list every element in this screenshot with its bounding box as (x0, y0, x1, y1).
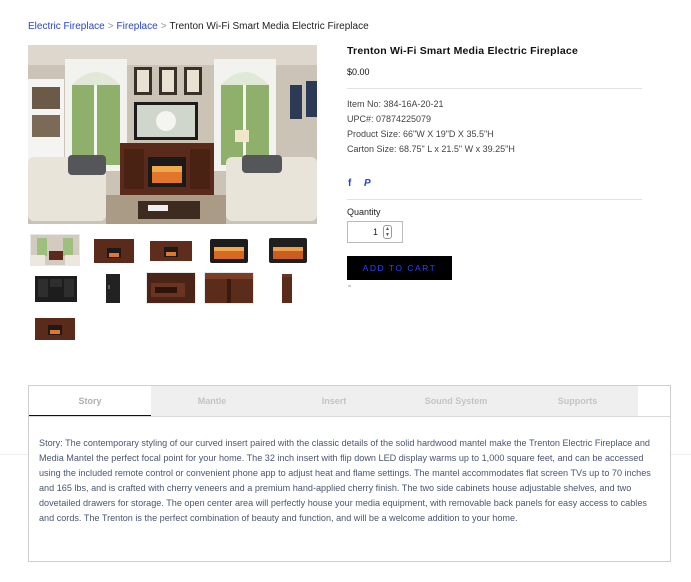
thumbnail-corner-detail[interactable] (204, 272, 254, 304)
tab-supports[interactable]: Supports (517, 386, 638, 416)
thumbnail-insert-angle[interactable] (263, 234, 313, 266)
story-text: Story: The contemporary styling of our c… (39, 438, 651, 524)
breadcrumb: Electric Fireplace > Fireplace > Trenton Wi-… (28, 21, 369, 32)
quantity-label: Quantity (347, 207, 381, 217)
product-title: Trenton Wi-Fi Smart Media Electric Firep… (347, 45, 579, 57)
thumbnail-room-scene[interactable] (30, 234, 80, 266)
thumbnail-side-profile[interactable] (263, 272, 313, 304)
breadcrumb-fireplace[interactable]: Fireplace (117, 21, 158, 32)
status-indicator (348, 285, 351, 287)
product-details-tabs: Story Mantle Insert Sound System Support… (28, 385, 671, 562)
thumbnail-fireplace-front[interactable] (89, 234, 139, 266)
quantity-value[interactable]: 1 (348, 227, 378, 237)
thumbnail-side-view[interactable] (89, 272, 139, 304)
spec-item-no: Item No: 384-16A-20-21 (347, 99, 444, 109)
quantity-stepper[interactable]: 1 ▲ ▼ (347, 221, 403, 243)
facebook-share-icon[interactable]: f (348, 178, 351, 189)
tab-story[interactable]: Story (29, 386, 151, 416)
breadcrumb-current: Trenton Wi-Fi Smart Media Electric Firep… (169, 21, 369, 32)
thumbnail-drawer-detail[interactable] (146, 272, 196, 304)
add-to-cart-button[interactable]: ADD TO CART (347, 256, 452, 280)
tab-divider (29, 416, 670, 417)
thumbnail-fireplace-small[interactable] (30, 312, 80, 344)
tab-sound-system[interactable]: Sound System (395, 386, 517, 416)
divider (347, 88, 642, 89)
breadcrumb-electric-fireplace[interactable]: Electric Fireplace (28, 21, 105, 32)
spec-upc: UPC#: 07874225079 (347, 114, 432, 124)
thumbnail-insert-front[interactable] (204, 234, 254, 266)
breadcrumb-separator: > (107, 21, 114, 32)
tab-mantle[interactable]: Mantle (151, 386, 273, 416)
pinterest-share-icon[interactable]: P (364, 178, 371, 189)
product-price: $0.00 (347, 67, 370, 77)
spec-carton-size: Carton Size: 68.75" L x 21.5" W x 39.25"… (347, 144, 515, 154)
divider (347, 199, 642, 200)
stepper-arrows-icon[interactable]: ▲ ▼ (383, 225, 392, 239)
thumbnail-fireplace-angle[interactable] (146, 234, 196, 266)
thumbnail-media-back-panel[interactable] (30, 272, 80, 304)
breadcrumb-separator: > (160, 21, 167, 32)
tab-insert[interactable]: Insert (273, 386, 395, 416)
tab-bar: Story Mantle Insert Sound System Support… (29, 386, 638, 416)
main-product-image[interactable] (28, 45, 317, 224)
spec-product-size: Product Size: 66"W X 19"D X 35.5"H (347, 129, 494, 139)
